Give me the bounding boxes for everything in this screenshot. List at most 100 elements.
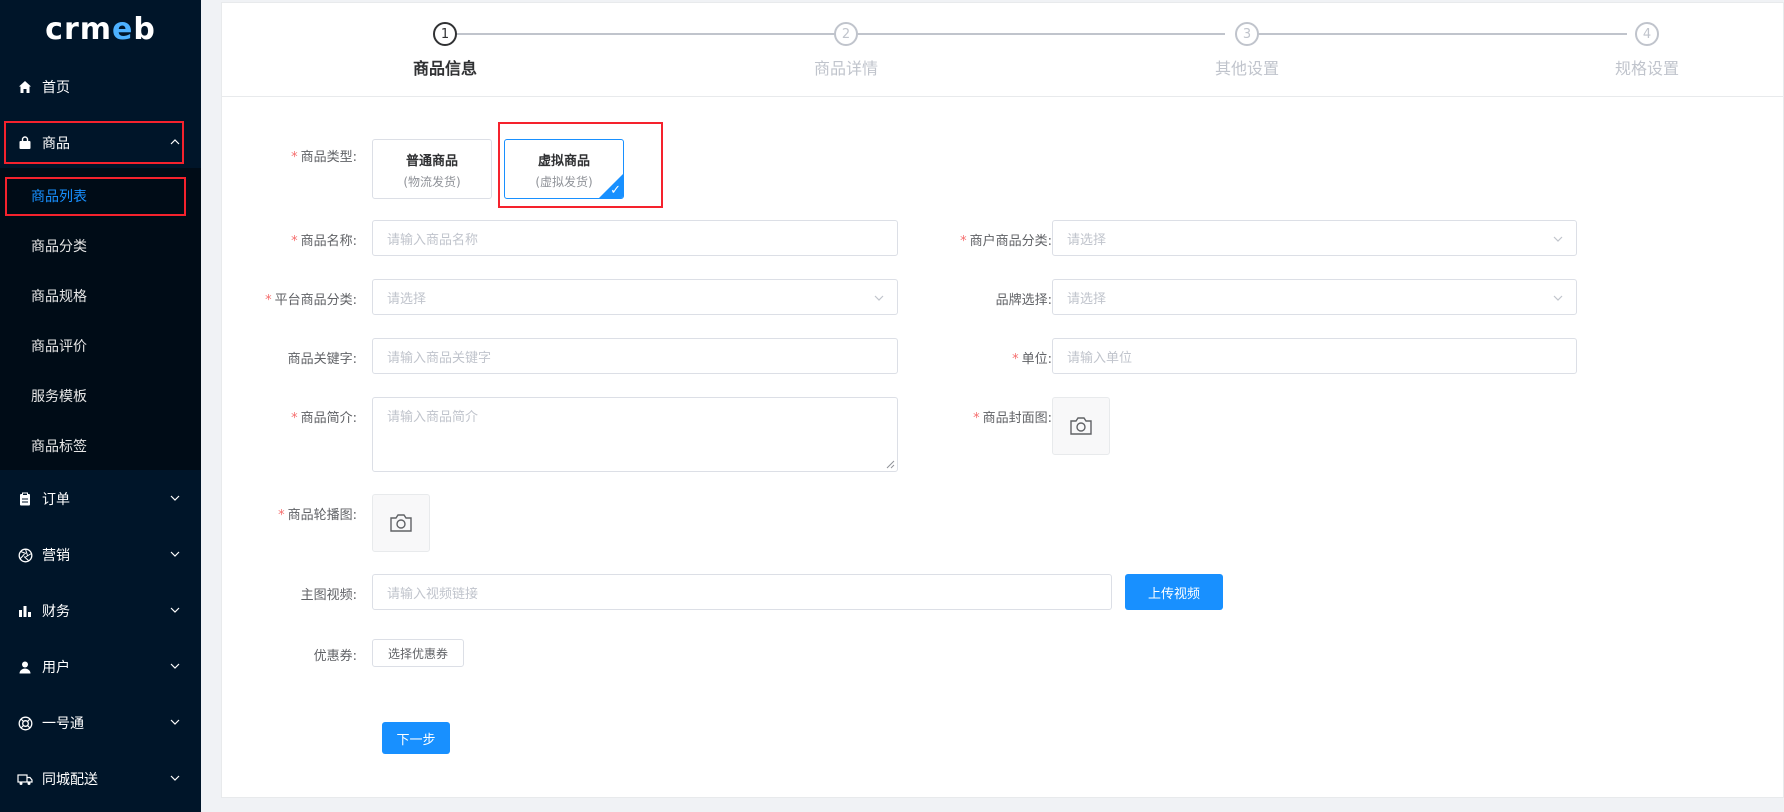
nav-marketing[interactable]: 营销 xyxy=(0,532,201,578)
video-placeholder: 请输入视频链接 xyxy=(387,586,479,602)
chevron-down-icon xyxy=(1553,236,1563,242)
merchant-category-select[interactable]: 请选择 xyxy=(1052,220,1577,256)
resize-handle-icon[interactable] xyxy=(885,459,895,469)
unit-input[interactable]: 请输入单位 xyxy=(1052,338,1577,374)
sub-item-label: 商品列表 xyxy=(31,189,87,205)
user-icon xyxy=(16,658,34,676)
carousel-label-text: 商品轮播图: xyxy=(287,508,357,523)
name-input[interactable]: 请输入商品名称 xyxy=(372,220,898,256)
cover-label: * 商品封面图: xyxy=(973,411,1052,426)
nav-yihaotong[interactable]: 一号通 xyxy=(0,700,201,746)
brand-label-text: 品牌选择: xyxy=(995,293,1052,308)
nav-delivery[interactable]: 同城配送 xyxy=(0,756,201,802)
name-placeholder: 请输入商品名称 xyxy=(387,232,479,248)
intro-label-text: 商品简介: xyxy=(300,411,357,426)
cover-upload[interactable] xyxy=(1052,397,1110,455)
sub-item-service-template[interactable]: 服务模板 xyxy=(0,374,201,418)
lifebuoy-icon xyxy=(16,714,34,732)
platform-category-label-text: 平台商品分类: xyxy=(274,293,357,308)
logo-text-1: crm xyxy=(45,11,112,47)
coupon-label: 优惠券: xyxy=(217,645,357,664)
keyword-input[interactable]: 请输入商品关键字 xyxy=(372,338,898,374)
sub-item-goods-list[interactable]: 商品列表 xyxy=(0,174,201,218)
upload-video-button[interactable]: 上传视频 xyxy=(1125,574,1223,610)
intro-placeholder: 请输入商品简介 xyxy=(387,410,479,425)
type-label-text: 商品类型: xyxy=(300,150,357,165)
nav-goods-label: 商品 xyxy=(42,136,70,152)
nav-users[interactable]: 用户 xyxy=(0,644,201,690)
brand-label: 品牌选择: xyxy=(906,289,1052,308)
home-icon xyxy=(16,78,34,96)
step-2-circle: 2 xyxy=(834,22,858,46)
next-step-button[interactable]: 下一步 xyxy=(382,722,450,754)
bar-chart-icon xyxy=(16,602,34,620)
sub-item-label: 商品评价 xyxy=(31,339,87,355)
chevron-down-icon xyxy=(170,663,180,669)
platform-category-select[interactable]: 请选择 xyxy=(372,279,898,315)
step-number: 1 xyxy=(440,26,450,42)
unit-label: * 单位: xyxy=(1012,352,1052,367)
step-1-label[interactable]: 商品信息 xyxy=(375,55,515,79)
name-label-text: 商品名称: xyxy=(300,234,357,249)
chevron-down-icon xyxy=(170,551,180,557)
unit-label-text: 单位: xyxy=(1021,352,1052,367)
camera-icon xyxy=(390,514,412,532)
brand-placeholder: 请选择 xyxy=(1067,291,1107,307)
video-label: 主图视频: xyxy=(217,584,357,603)
cover-label-text: 商品封面图: xyxy=(982,411,1052,426)
sub-item-label: 商品标签 xyxy=(31,439,87,455)
step-1-circle: 1 xyxy=(433,22,457,46)
sidebar: crm e b 首页 商品 商品列表 商品分类 商品规格 商品评价 服务模板 商品标… xyxy=(0,0,201,812)
sub-item-goods-spec[interactable]: 商品规格 xyxy=(0,274,201,318)
step-number: 4 xyxy=(1642,26,1652,42)
intro-label: * 商品简介: xyxy=(291,411,357,426)
sub-item-goods-review[interactable]: 商品评价 xyxy=(0,324,201,368)
truck-icon xyxy=(16,770,34,788)
type-normal-card[interactable]: 普通商品 (物流发货) xyxy=(372,139,492,199)
sub-item-label: 商品规格 xyxy=(31,289,87,305)
bag-icon xyxy=(16,134,34,152)
type-virtual-title: 虚拟商品 xyxy=(537,154,590,169)
video-input[interactable]: 请输入视频链接 xyxy=(372,574,1112,610)
type-virtual-card[interactable]: 虚拟商品 (虚拟发货) ✓ xyxy=(504,139,624,199)
steps-bar: 1 2 3 4 商品信息 商品详情 其他设置 规格设置 xyxy=(222,3,1783,97)
step-4-label[interactable]: 规格设置 xyxy=(1577,55,1717,79)
nav-delivery-label: 同城配送 xyxy=(42,772,98,788)
chevron-down-icon xyxy=(170,495,180,501)
brand-select[interactable]: 请选择 xyxy=(1052,279,1577,315)
nav-orders[interactable]: 订单 xyxy=(0,476,201,522)
logo[interactable]: crm e b xyxy=(0,0,201,58)
name-label: * 商品名称: xyxy=(291,234,357,249)
nav-marketing-label: 营销 xyxy=(42,548,70,564)
nav-finance[interactable]: 财务 xyxy=(0,588,201,634)
merchant-category-label-text: 商户商品分类: xyxy=(969,234,1052,249)
nav-goods[interactable]: 商品 xyxy=(0,120,201,166)
select-coupon-button[interactable]: 选择优惠券 xyxy=(372,639,464,667)
intro-textarea[interactable]: 请输入商品简介 xyxy=(372,397,898,472)
type-normal-title: 普通商品 xyxy=(405,154,458,169)
unit-placeholder: 请输入单位 xyxy=(1067,350,1133,366)
step-2-label[interactable]: 商品详情 xyxy=(776,55,916,79)
step-number: 2 xyxy=(841,26,851,42)
nav-yihaotong-label: 一号通 xyxy=(42,716,84,732)
carousel-upload[interactable] xyxy=(372,494,430,552)
chevron-down-icon xyxy=(874,295,884,301)
check-icon: ✓ xyxy=(610,183,621,198)
sub-item-goods-tag[interactable]: 商品标签 xyxy=(0,424,201,468)
type-label: * 商品类型: xyxy=(291,150,357,165)
clipboard-icon xyxy=(16,490,34,508)
chevron-down-icon xyxy=(170,607,180,613)
chevron-up-icon xyxy=(170,139,180,145)
aperture-icon xyxy=(16,546,34,564)
type-normal-sub: (物流发货) xyxy=(403,175,461,189)
step-3-label[interactable]: 其他设置 xyxy=(1177,55,1317,79)
nav-home-label: 首页 xyxy=(42,80,70,96)
step-connector xyxy=(857,33,1225,35)
keyword-label: 商品关键字: xyxy=(217,348,357,367)
sub-item-goods-category[interactable]: 商品分类 xyxy=(0,224,201,268)
chevron-down-icon xyxy=(170,775,180,781)
nav-home[interactable]: 首页 xyxy=(0,64,201,110)
step-4-circle: 4 xyxy=(1635,22,1659,46)
sub-item-label: 服务模板 xyxy=(31,389,87,405)
step-connector xyxy=(1257,33,1627,35)
